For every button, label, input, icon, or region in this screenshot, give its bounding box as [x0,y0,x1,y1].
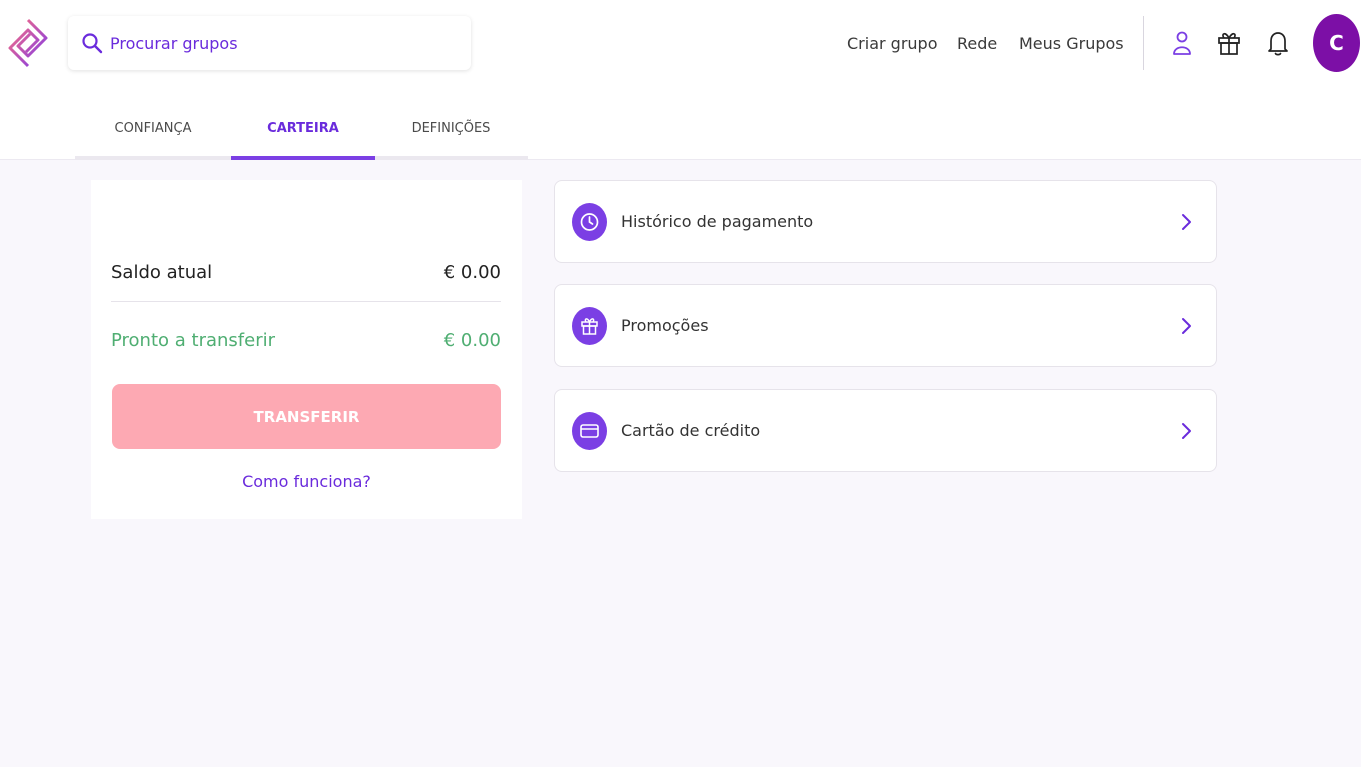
credit-card-icon [572,412,607,450]
promotions-card[interactable]: Promoções [554,284,1217,367]
chevron-right-icon [1182,214,1191,230]
search-box [68,16,471,70]
chevron-right-icon [1182,318,1191,334]
clock-icon [572,203,607,241]
payment-history-label: Histórico de pagamento [621,212,814,231]
avatar[interactable]: C [1313,14,1360,72]
credit-card-label: Cartão de crédito [621,421,761,440]
tab-settings[interactable]: DEFINIÇÕES [401,118,501,140]
transfer-button[interactable]: TRANSFERIR [112,384,501,449]
search-icon [82,33,103,54]
chevron-right-icon [1182,423,1191,439]
balance-value: € 0.00 [443,262,501,283]
nav-my-groups[interactable]: Meus Grupos [1019,32,1124,56]
active-tab-indicator [231,156,375,160]
wallet-card: Saldo atual € 0.00 Pronto a transferir €… [91,180,522,519]
nav-network[interactable]: Rede [957,32,997,56]
promotions-label: Promoções [621,316,709,335]
bell-icon[interactable] [1265,28,1291,58]
header-divider [1143,16,1144,70]
gift-icon[interactable] [1216,28,1242,58]
wallet-divider [111,301,501,302]
how-it-works-link[interactable]: Como funciona? [91,469,522,495]
ready-to-transfer-label: Pronto a transferir [111,330,275,351]
payment-history-card[interactable]: Histórico de pagamento [554,180,1217,263]
brand-logo[interactable] [6,16,50,70]
balance-label: Saldo atual [111,262,213,283]
user-icon[interactable] [1169,28,1195,58]
credit-card-card[interactable]: Cartão de crédito [554,389,1217,472]
tab-trust[interactable]: CONFIANÇA [103,118,203,140]
ready-to-transfer-value: € 0.00 [443,330,501,351]
gift-icon [572,307,607,345]
top-bar: Criar grupo Rede Meus Grupos C CONFIANÇA… [0,0,1361,160]
tab-wallet[interactable]: CARTEIRA [253,118,353,140]
search-input[interactable] [110,26,460,60]
nav-create-group[interactable]: Criar grupo [847,32,937,56]
